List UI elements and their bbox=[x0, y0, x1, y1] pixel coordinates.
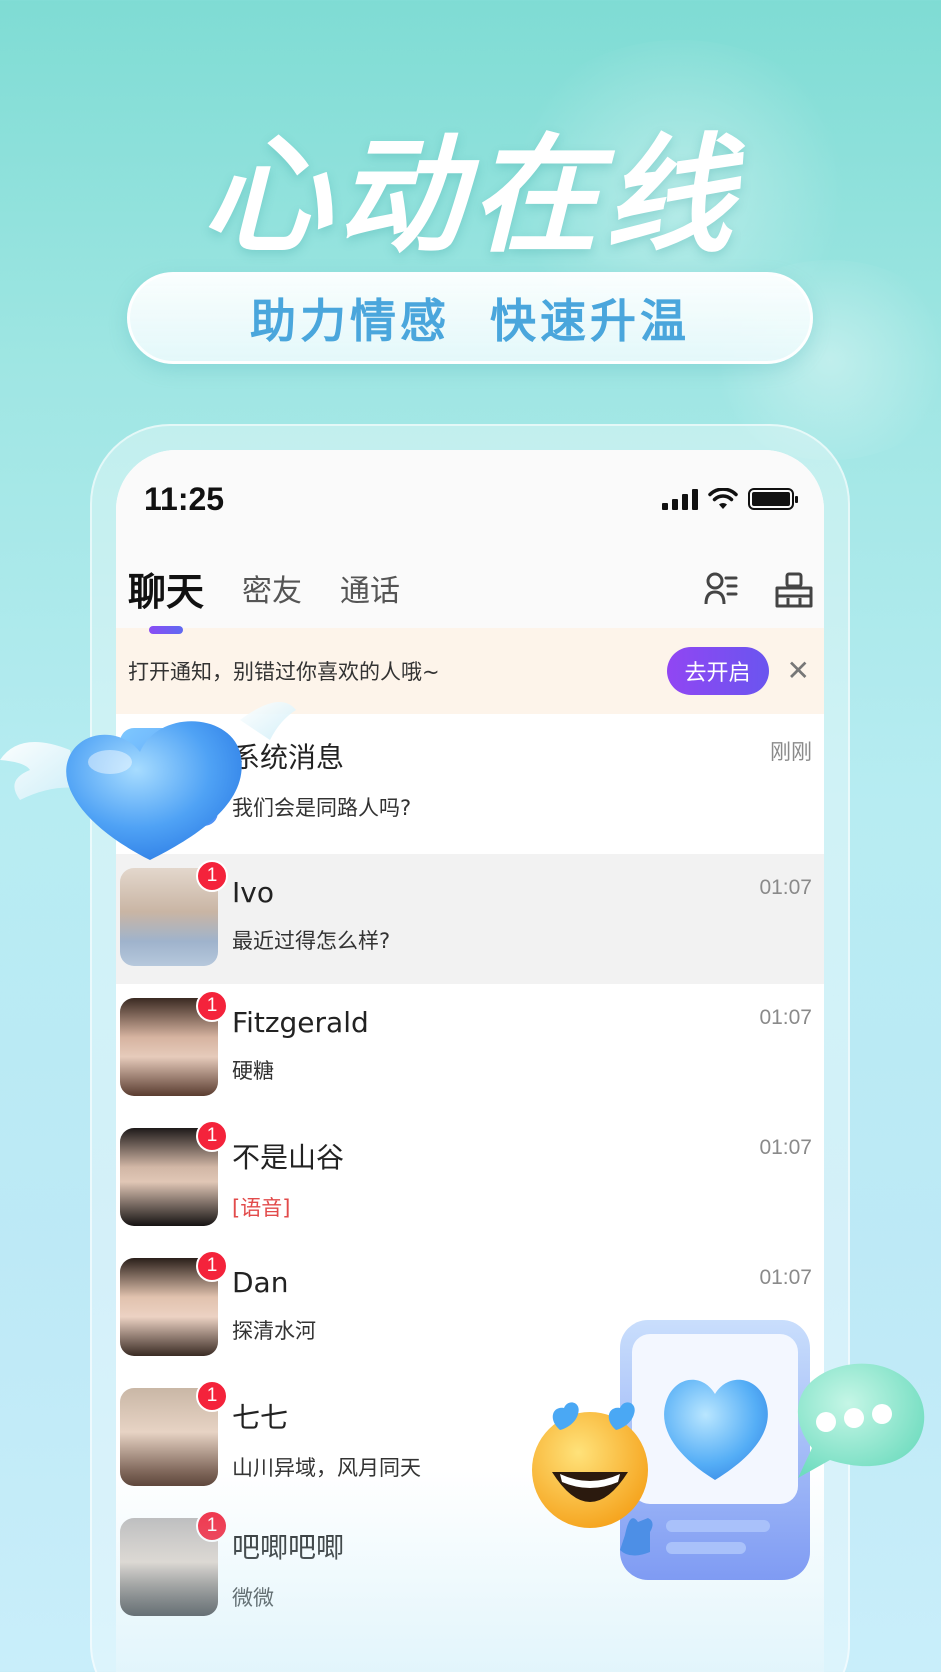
conversation-item[interactable]: 1 不是山谷 [语音] 01:07 bbox=[116, 1114, 824, 1244]
message-time: 01:07 bbox=[759, 876, 812, 899]
contact-name: Ivo bbox=[232, 876, 274, 909]
message-time: 01:07 bbox=[759, 1266, 812, 1289]
message-time: 01:07 bbox=[759, 1136, 812, 1159]
contact-name: Fitzgerald bbox=[232, 1006, 369, 1039]
close-icon[interactable]: ✕ bbox=[787, 657, 810, 685]
contacts-icon[interactable] bbox=[704, 570, 738, 610]
system-message-preview: 我们会是同路人吗? bbox=[232, 796, 412, 820]
contact-name: 不是山谷 bbox=[232, 1141, 345, 1174]
wifi-icon bbox=[708, 488, 738, 509]
tab-bar: 聊天 密友 通话 bbox=[116, 548, 824, 628]
broom-icon[interactable] bbox=[774, 570, 814, 610]
subtitle-pill: 助力情感 快速升温 bbox=[127, 272, 813, 364]
signal-icon bbox=[662, 488, 698, 510]
message-preview: [语音] bbox=[232, 1196, 291, 1220]
message-preview: 硬糖 bbox=[232, 1059, 274, 1083]
tab-close-friends[interactable]: 密友 bbox=[242, 566, 302, 610]
tab-calls[interactable]: 通话 bbox=[340, 566, 400, 610]
unread-badge: 1 bbox=[196, 1250, 228, 1282]
winged-heart-icon bbox=[0, 702, 296, 860]
enable-notification-button[interactable]: 去开启 bbox=[666, 647, 769, 695]
battery-icon bbox=[748, 488, 798, 510]
conversation-item[interactable]: 1 Fitzgerald 硬糖 01:07 bbox=[116, 984, 824, 1114]
contact-name: Dan bbox=[232, 1266, 289, 1299]
system-message-title: 系统消息 bbox=[232, 741, 345, 774]
message-time: 01:07 bbox=[759, 1006, 812, 1029]
notification-text: 打开通知，别错过你喜欢的人哦~ bbox=[128, 660, 440, 684]
unread-badge: 1 bbox=[196, 990, 228, 1022]
tab-actions bbox=[704, 570, 814, 610]
unread-badge: 1 bbox=[196, 1380, 228, 1412]
unread-badge: 1 bbox=[196, 1120, 228, 1152]
status-icons bbox=[662, 488, 798, 510]
status-time: 11:25 bbox=[144, 480, 225, 517]
message-preview: 最近过得怎么样? bbox=[232, 929, 391, 953]
headline: 心动在线 bbox=[202, 122, 739, 271]
status-bar: 11:25 bbox=[116, 450, 824, 548]
conversation-item[interactable]: 1 Ivo 最近过得怎么样? 01:07 bbox=[116, 854, 824, 984]
unread-badge: 1 bbox=[196, 1510, 228, 1542]
subtitle-text: 助力情感 快速升温 bbox=[249, 294, 691, 348]
tab-chat[interactable]: 聊天 bbox=[128, 561, 204, 616]
system-message-time: 刚刚 bbox=[770, 741, 812, 764]
phone-heart-decoration-icon bbox=[532, 1320, 925, 1580]
